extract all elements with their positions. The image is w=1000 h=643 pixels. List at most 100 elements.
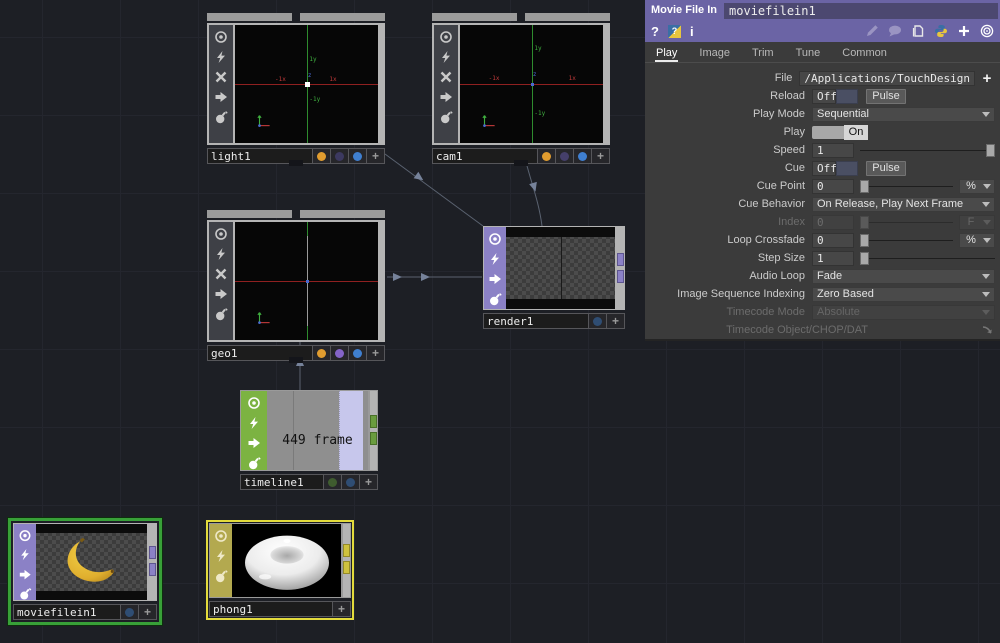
render-flag[interactable] <box>312 346 330 360</box>
timeline-playhead-bar[interactable] <box>339 391 363 470</box>
light1-viewer[interactable]: 1y -1y -1x 1x z <box>235 25 378 143</box>
display-flag-icon[interactable] <box>214 227 228 241</box>
lock-flag-icon[interactable] <box>214 569 228 583</box>
geo1-viewer[interactable] <box>235 222 378 340</box>
python-help-icon[interactable]: ? <box>668 25 681 38</box>
reload-toggle[interactable] <box>836 89 858 104</box>
display-flag-icon[interactable] <box>439 30 453 44</box>
node-name-field[interactable]: render1 <box>484 314 588 328</box>
output-connector[interactable] <box>343 561 350 574</box>
input-connector[interactable] <box>617 270 624 283</box>
cue-point-value-field[interactable]: 0 <box>812 179 854 194</box>
arrow-flag-icon[interactable] <box>439 90 453 104</box>
arrow-flag-icon[interactable] <box>247 436 261 450</box>
reload-off-label[interactable]: Off <box>812 89 836 104</box>
output-connector[interactable] <box>289 357 303 363</box>
output-connector[interactable] <box>370 415 377 428</box>
display-flag-icon[interactable] <box>247 396 261 410</box>
display-flag-icon[interactable] <box>18 529 32 542</box>
node-render1[interactable]: render1 + <box>483 226 625 329</box>
add-flag-cell[interactable]: + <box>138 605 156 619</box>
tab-image[interactable]: Image <box>698 45 731 62</box>
loop-crossfade-unit-dropdown[interactable]: % <box>959 233 995 248</box>
add-flag-cell[interactable]: + <box>606 314 624 328</box>
display-flag-icon[interactable] <box>214 529 228 543</box>
delete-icon[interactable] <box>214 70 228 84</box>
step-size-slider[interactable] <box>860 251 995 266</box>
render-flag[interactable] <box>537 149 555 163</box>
flag-cell[interactable] <box>330 149 348 163</box>
cue-pulse-button[interactable]: Pulse <box>866 161 906 176</box>
lock-flag-icon[interactable] <box>214 307 228 321</box>
lock-flag-icon[interactable] <box>214 110 228 124</box>
render-flag[interactable] <box>312 149 330 163</box>
render1-viewer[interactable] <box>506 227 615 309</box>
add-flag-cell[interactable]: + <box>359 475 377 489</box>
audio-loop-dropdown[interactable]: Fade <box>812 269 995 284</box>
bypass-flag-icon[interactable] <box>488 252 502 266</box>
add-flag-cell[interactable]: + <box>332 602 350 616</box>
node-tab[interactable] <box>525 13 610 21</box>
node-name-field[interactable]: timeline1 <box>241 475 323 489</box>
node-tab[interactable] <box>207 13 292 21</box>
lock-flag-icon[interactable] <box>488 292 502 306</box>
output-connector[interactable] <box>514 160 528 166</box>
cue-off-label[interactable]: Off <box>812 161 836 176</box>
cue-point-unit-dropdown[interactable]: % <box>959 179 995 194</box>
step-size-value-field[interactable]: 1 <box>812 251 854 266</box>
arrow-flag-icon[interactable] <box>214 287 228 301</box>
file-browse-plus-icon[interactable]: + <box>979 71 995 86</box>
node-tab[interactable] <box>300 13 385 21</box>
display-flag-icon[interactable] <box>214 30 228 44</box>
add-flag-cell[interactable]: + <box>366 149 384 163</box>
moviefilein1-viewer[interactable] <box>36 524 147 600</box>
flag-cell[interactable] <box>573 149 591 163</box>
flag-cell[interactable] <box>323 475 341 489</box>
node-moviefilein1[interactable]: moviefilein1 + <box>8 518 162 625</box>
slider-handle[interactable] <box>986 144 995 157</box>
node-tab[interactable] <box>300 210 385 218</box>
cam1-viewer[interactable]: 1y -1y -1x 1x z <box>460 25 603 143</box>
phong1-viewer[interactable] <box>232 524 341 597</box>
node-name-field[interactable]: moviefilein1 <box>14 605 120 619</box>
bypass-flag-icon[interactable] <box>214 549 228 563</box>
speed-slider[interactable] <box>860 143 995 158</box>
node-cam1[interactable]: 1y -1y -1x 1x z cam1 + <box>432 13 610 164</box>
slider-handle[interactable] <box>860 252 869 265</box>
tab-play[interactable]: Play <box>655 45 678 62</box>
info-icon[interactable]: i <box>690 24 694 39</box>
timeline1-viewer[interactable]: 449 frame <box>267 391 368 470</box>
add-flag-cell[interactable]: + <box>591 149 609 163</box>
flag-cell[interactable] <box>120 605 138 619</box>
arrow-flag-icon[interactable] <box>488 272 502 286</box>
bypass-flag-icon[interactable] <box>247 416 261 430</box>
cue-behavior-dropdown[interactable]: On Release, Play Next Frame <box>812 197 995 212</box>
delete-icon[interactable] <box>214 267 228 281</box>
bypass-flag-icon[interactable] <box>439 50 453 64</box>
output-connector[interactable] <box>343 544 350 557</box>
slider-handle[interactable] <box>860 234 869 247</box>
add-flag-cell[interactable]: + <box>366 346 384 360</box>
play-mode-dropdown[interactable]: Sequential <box>812 107 995 122</box>
arrow-flag-icon[interactable] <box>214 90 228 104</box>
help-icon[interactable]: ? <box>651 24 659 39</box>
flag-cell[interactable] <box>588 314 606 328</box>
slider-handle[interactable] <box>860 180 869 193</box>
cue-point-slider[interactable] <box>860 179 953 194</box>
tab-tune[interactable]: Tune <box>795 45 822 62</box>
pencil-icon[interactable] <box>865 24 879 38</box>
bypass-flag-icon[interactable] <box>214 247 228 261</box>
flag-cell[interactable] <box>348 346 366 360</box>
output-connector[interactable] <box>370 432 377 445</box>
node-tab[interactable] <box>207 210 292 218</box>
node-tab[interactable] <box>432 13 517 21</box>
add-parameter-icon[interactable] <box>957 24 971 38</box>
loop-crossfade-slider[interactable] <box>860 233 953 248</box>
output-connector[interactable] <box>149 546 156 559</box>
node-light1[interactable]: 1y -1y -1x 1x z light1 + <box>207 13 385 164</box>
file-path-field[interactable]: /Applications/TouchDesign <box>799 71 975 86</box>
flag-cell[interactable] <box>341 475 359 489</box>
node-phong1[interactable]: phong1 + <box>206 520 354 620</box>
delete-icon[interactable] <box>439 70 453 84</box>
bypass-flag-icon[interactable] <box>18 548 32 561</box>
